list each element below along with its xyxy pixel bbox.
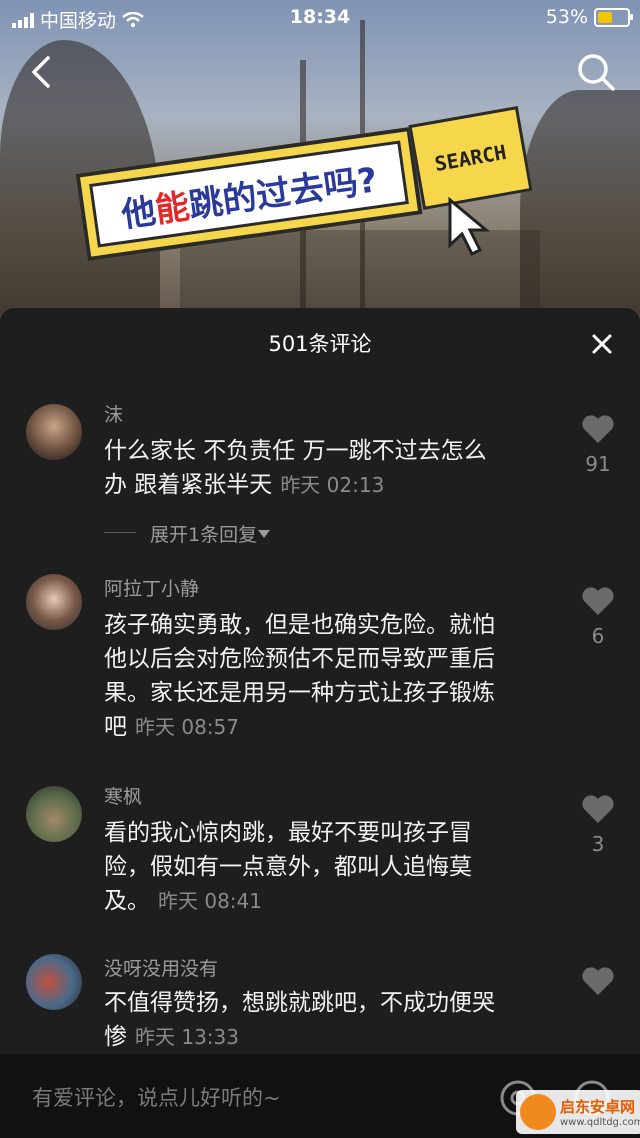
avatar[interactable] xyxy=(26,786,82,842)
avatar[interactable] xyxy=(26,574,82,630)
expand-replies-button[interactable]: 展开1条回复 xyxy=(150,520,271,547)
cursor-icon xyxy=(448,196,491,257)
sticker-text-c: 跳的过去吗? xyxy=(186,159,380,226)
status-bar: 中国移动 18:34 53% xyxy=(0,0,640,36)
comment-text-line: 看的我心惊肉跳，最好不要叫孩子冒 xyxy=(104,820,472,846)
comment-time: 昨天 08:41 xyxy=(158,889,262,913)
battery-percent: 53% xyxy=(545,6,588,28)
heart-icon xyxy=(582,415,614,443)
search-icon[interactable] xyxy=(574,50,618,94)
comment-text: 什么家长 不负责任 万一跳不过去怎么 办 跟着紧张半天 昨天 02:13 xyxy=(104,434,564,502)
watermark-url: www.qdltdg.com xyxy=(560,1117,640,1128)
watermark-title: 启东安卓网 xyxy=(560,1098,636,1116)
comment-text-line: 什么家长 不负责任 万一跳不过去怎么 xyxy=(104,438,487,464)
comment-username[interactable]: 阿拉丁小静 xyxy=(104,574,199,601)
watermark-logo-icon xyxy=(520,1094,556,1130)
comment-text: 不值得赞扬，想跳就跳吧，不成功便哭 惨昨天 13:33 xyxy=(104,986,564,1054)
avatar[interactable] xyxy=(26,404,82,460)
comment-time: 昨天 02:13 xyxy=(280,473,385,497)
video-frame[interactable]: 他能跳的过去吗? SEARCH xyxy=(0,0,640,330)
like-count: 6 xyxy=(591,624,605,648)
like-button[interactable] xyxy=(578,966,618,1000)
comment-text-line: 他以后会对危险预估不足而导致严重后 xyxy=(104,646,495,672)
site-watermark: 启东安卓网 www.qdltdg.com xyxy=(516,1090,640,1134)
comment-text: 看的我心惊肉跳，最好不要叫孩子冒 险，假如有一点意外，都叫人追悔莫 及。 昨天 0… xyxy=(104,816,564,918)
comment-input[interactable]: 有爱评论，说点儿好听的~ xyxy=(32,1082,281,1112)
like-button[interactable]: 91 xyxy=(578,414,618,476)
divider xyxy=(104,532,136,533)
comment-username[interactable]: 沫 xyxy=(104,400,123,427)
heart-icon xyxy=(582,967,614,995)
comment-text-line: 果。家长还是用另一种方式让孩子锻炼 xyxy=(104,680,495,706)
comment-time: 昨天 13:33 xyxy=(135,1025,239,1049)
comment-text-line: 及。 xyxy=(104,888,150,914)
comment-time: 昨天 08:57 xyxy=(135,715,239,739)
like-count: 91 xyxy=(585,452,611,476)
heart-icon xyxy=(582,795,614,823)
comment-text-line: 险，假如有一点意外，都叫人追悔莫 xyxy=(104,854,472,880)
comments-panel: 501条评论 沫 什么家长 不负责任 万一跳不过去怎么 办 跟着紧张半天 昨天 0… xyxy=(0,308,640,1054)
close-icon[interactable] xyxy=(586,328,618,360)
comment-text-line: 惨 xyxy=(104,1024,127,1050)
comment-text: 孩子确实勇敢，但是也确实危险。就怕 他以后会对危险预估不足而导致严重后 果。家长… xyxy=(104,608,564,744)
comment-text-line: 吧 xyxy=(104,714,127,740)
like-button[interactable]: 6 xyxy=(578,586,618,648)
clock: 18:34 xyxy=(289,6,351,28)
battery-icon xyxy=(594,7,633,27)
comments-title: 501条评论 xyxy=(268,332,372,356)
comment-text-line: 孩子确实勇敢，但是也确实危险。就怕 xyxy=(104,612,495,638)
comment-text-line: 办 跟着紧张半天 xyxy=(104,472,273,498)
like-count: 3 xyxy=(591,832,605,856)
expand-replies-label: 展开1条回复 xyxy=(150,524,258,546)
comment-username[interactable]: 没呀没用没有 xyxy=(104,954,218,981)
avatar[interactable] xyxy=(26,954,82,1010)
caret-down-icon xyxy=(258,529,271,538)
comment-username[interactable]: 寒枫 xyxy=(104,782,142,809)
like-button[interactable]: 3 xyxy=(578,794,618,856)
heart-icon xyxy=(582,587,614,615)
comment-text-line: 不值得赞扬，想跳就跳吧，不成功便哭 xyxy=(104,990,495,1016)
back-icon[interactable] xyxy=(22,52,62,92)
